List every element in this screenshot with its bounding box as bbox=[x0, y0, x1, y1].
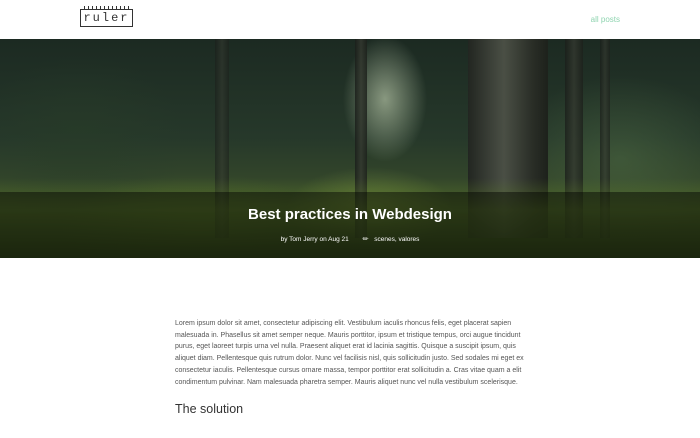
title-band bbox=[0, 192, 700, 258]
article-content: Lorem ipsum dolor sit amet, consectetur … bbox=[175, 318, 527, 416]
hero-image bbox=[0, 39, 700, 258]
tag-icon: ✎ bbox=[361, 234, 371, 244]
site-header: ruler all posts bbox=[0, 0, 700, 39]
post-tags[interactable]: scenes, valores bbox=[374, 236, 419, 243]
post-meta: by Tom Jerry on Aug 21 ✎ scenes, valores bbox=[0, 234, 700, 244]
post-byline: by Tom Jerry on Aug 21 bbox=[280, 236, 349, 243]
logo-text: ruler bbox=[83, 11, 130, 25]
site-logo[interactable]: ruler bbox=[80, 6, 133, 27]
section-heading: The solution bbox=[175, 402, 244, 417]
article-paragraph: Lorem ipsum dolor sit amet, consectetur … bbox=[175, 320, 524, 386]
post-title: Best practices in Webdesign bbox=[248, 206, 452, 223]
all-posts-link[interactable]: all posts bbox=[591, 15, 620, 24]
ruler-ticks-icon bbox=[84, 6, 129, 9]
